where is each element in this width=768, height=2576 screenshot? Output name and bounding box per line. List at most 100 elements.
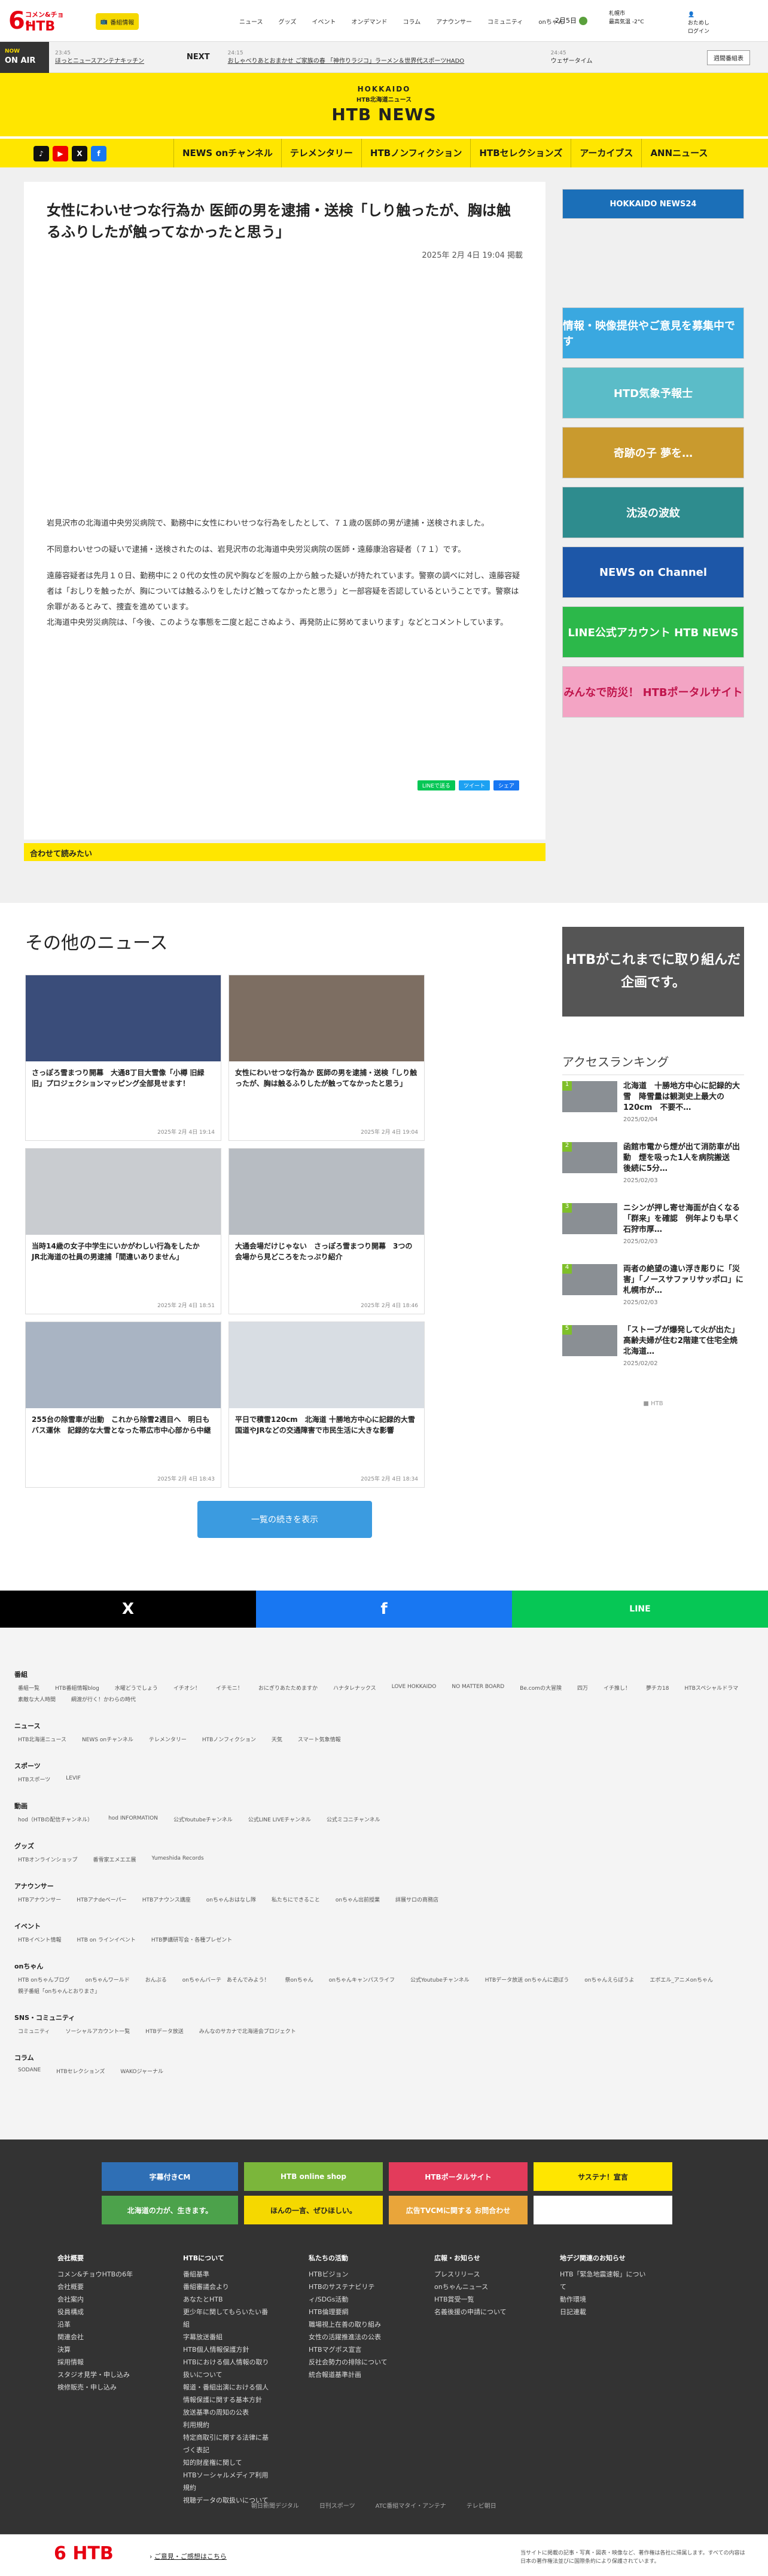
partner-link[interactable]: テレビ朝日 [467,2501,496,2510]
weather-widget[interactable]: 札幌市 最高気温 -2°C [609,10,644,26]
footer-link[interactable]: 採用情報 [57,2356,147,2369]
sitemap-link[interactable]: HTBデータ放送 [145,2027,183,2035]
sitemap-heading[interactable]: 番組 [14,1669,754,1679]
sitemap-link[interactable]: HTB北海道ニュース [18,1735,66,1743]
sitemap-link[interactable]: HTB on ラインイベント [77,1936,135,1943]
main-nav-item[interactable]: NEWS onチャンネル [173,139,281,167]
news-card[interactable]: 平日で積雪120cm 北海道 十勝地方中心に記録的大雪 国道やJRなどの交通障害… [228,1321,425,1488]
sitemap-heading[interactable]: コラム [14,2053,754,2062]
footer-link[interactable]: 沿革 [57,2318,147,2331]
sitemap-link[interactable]: onちゃんキャンパスライフ [329,1976,395,1983]
footer-link[interactable]: 字幕放送番組 [183,2331,273,2343]
sitemap-link[interactable]: 公式Youtubeチャンネル [410,1976,470,1983]
line-account-banner[interactable]: LINE公式アカウント HTB NEWS [562,606,744,658]
footer-banner[interactable]: 北海道の力が、生きます。 [102,2196,238,2224]
main-nav-item[interactable]: テレメンタリー [281,139,361,167]
sitemap-link[interactable]: イチモニ！ [216,1684,243,1692]
ranking-item[interactable]: 3 ニシンが押し寄せ海面が白くなる「群来」を確認 例年よりも早く 石狩市厚… 202… [562,1203,748,1255]
news-on-channel-banner[interactable]: NEWS on Channel [562,547,744,598]
sitemap-link[interactable]: HTB夢講研写会・各種プレゼント [151,1936,232,1943]
sitemap-link[interactable]: HTB onちゃんブログ [18,1976,70,1983]
footer-link[interactable]: 決算 [57,2343,147,2356]
facebook-share[interactable]: f [256,1591,512,1628]
htb-news-banner[interactable]: HOKKAIDO HTB北海道ニュース HTB NEWS [0,73,768,136]
footer-link[interactable]: プレスリリース [434,2268,524,2281]
news-card[interactable]: 当時14歳の女子中学生にいかがわしい行為をしたか JR北海道の社員の男逮捕「間違… [25,1148,221,1314]
sitemap-link[interactable]: 公式ミコニチャンネル [327,1815,380,1823]
sitemap-link[interactable]: HTBアナウンサー [18,1896,61,1903]
sitemap-heading[interactable]: 動画 [14,1801,754,1811]
sitemap-link[interactable]: 公式Youtubeチャンネル [173,1815,233,1823]
line-share-button[interactable]: LINEで送る [417,780,455,790]
htb-logo[interactable]: 6 コメン&チョウ HTB [8,7,68,35]
ranking-item[interactable]: 1 北海道 十勝地方中心に記録的大雪 降雪量は観測史上最大の120cm 不要不… 2… [562,1081,744,1133]
now-program[interactable]: 23:45 ほっとニュースアンテナキッチン [49,49,175,66]
news24-banner[interactable]: HOKKAIDO NEWS24 [562,189,744,219]
facebook-share-button[interactable]: シェア [493,780,519,790]
footer-link[interactable]: HTB倫理要綱 [309,2306,398,2318]
footer-link[interactable]: 動作環境 [560,2293,650,2306]
footer-link[interactable]: HTB個人情報保護方針 [183,2343,273,2356]
footer-link[interactable]: 放送基準の周知の公表 [183,2406,273,2419]
sitemap-link[interactable]: HTBセレクションズ [56,2067,105,2075]
line-share[interactable]: LINE [512,1591,768,1628]
top-nav-item[interactable]: オンデマンド [352,17,388,26]
sitemap-heading[interactable]: グッズ [14,1841,754,1851]
sitemap-link[interactable]: 公式LINE LIVEチャンネル [248,1815,311,1823]
main-nav-item[interactable]: HTBセレクションズ [470,139,571,167]
sitemap-link[interactable]: 綱渡が行く！かわらの時代 [71,1695,136,1703]
sitemap-heading[interactable]: SNS・コミュニティ [14,2013,754,2022]
footer-link[interactable]: HTBのサステナビリティ/SDGs活動 [309,2281,398,2306]
footer-link[interactable]: 検修販売・申し込み [57,2381,147,2394]
footer-logo[interactable]: 6 HTB [54,2543,114,2564]
sitemap-link[interactable]: 水曜どうでしょう [115,1684,158,1692]
footer-link[interactable]: 日記連載 [560,2306,650,2318]
sitemap-link[interactable]: HTBスペシャルドラマ [684,1684,738,1692]
sitemap-link[interactable]: おんぷる [145,1976,167,1983]
footer-banner[interactable]: ほんの一言、ぜひほしい。 [244,2196,383,2224]
footer-link[interactable]: 統合報道基準計画 [309,2369,398,2381]
footer-link[interactable]: 会社概要 [57,2281,147,2293]
news-card[interactable]: 大通会場だけじゃない さっぽろ雪まつり開幕 3つの会場から見どころをたっぷり紹介… [228,1148,425,1314]
footer-link[interactable]: コメン&チョウHTBの6年 [57,2268,147,2281]
footer-link[interactable]: onちゃんニュース [434,2281,524,2293]
sitemap-link[interactable]: hod（HTBの配信チャンネル） [18,1815,93,1823]
footer-link[interactable]: HTBビジョン [309,2268,398,2281]
login-button[interactable]: 👤 おためし ログイン [688,11,709,36]
top-nav-item[interactable]: コラム [403,17,421,26]
sitemap-link[interactable]: NEWS onチャンネル [82,1735,133,1743]
htb-projects-promo[interactable]: HTBがこれまでに取り組んだ企画です。 [562,927,744,1017]
sitemap-link[interactable]: HTBアナdeべーパー [77,1896,126,1903]
sinking-ripple-banner[interactable]: 沈没の波紋 [562,487,744,538]
sitemap-link[interactable]: 詳展サロの商務店 [395,1896,438,1903]
sitemap-link[interactable]: HTBイベント情報 [18,1936,61,1943]
footer-link[interactable]: 番組基準 [183,2268,273,2281]
ranking-item[interactable]: 5 「ストーブが爆発して火が出た」高齢夫婦が住む2階建て住宅全焼 北海道… 2025… [562,1325,745,1376]
sitemap-link[interactable]: 夢チカ18 [646,1684,669,1692]
footer-link[interactable]: 関連会社 [57,2331,147,2343]
sitemap-link[interactable]: LEVIF [66,1775,81,1783]
footer-banner[interactable]: サステナ！宣言 [534,2162,672,2191]
footer-link[interactable]: スタジオ見学・申し込み [57,2369,147,2381]
sitemap-link[interactable]: HTB番組情報blog [55,1684,99,1692]
next2-program[interactable]: 24:45 ウェザータイム [545,49,617,66]
sitemap-link[interactable]: hod INFORMATION [108,1815,158,1823]
partner-link[interactable]: 日刊スポーツ [319,2501,355,2510]
sitemap-link[interactable]: 私たちにできること [272,1896,320,1903]
footer-link[interactable]: 会社案内 [57,2293,147,2306]
x-share[interactable]: X [0,1591,256,1628]
sitemap-heading[interactable]: onちゃん [14,1961,754,1971]
sitemap-link[interactable]: ハナタレナックス [333,1684,376,1692]
footer-link[interactable]: 反社会勢力の排除について [309,2356,398,2369]
sitemap-link[interactable]: 番雪家エメエエ展 [93,1855,136,1863]
footer-link[interactable]: 知的財産権に関して [183,2456,273,2469]
news-card[interactable]: 女性にわいせつな行為か 医師の男を逮捕・送検「しり触ったが、胸は触るふりしたが触… [228,975,425,1141]
next-program[interactable]: 24:15 おしゃべりあとおまかせ ご家族の春 「神作りラジコ」ラーメン＆世界代… [222,49,545,66]
sitemap-link[interactable]: おにぎりあたためますか [258,1684,318,1692]
footer-link[interactable]: 報道・番組出演における個人情報保護に関する基本方針 [183,2381,273,2406]
top-nav-item[interactable]: グッズ [279,17,297,26]
sitemap-link[interactable]: HTBオンラインショップ [18,1855,77,1863]
main-nav-item[interactable]: アーカイブス [571,139,641,167]
sitemap-link[interactable]: onちゃん出前授業 [336,1896,380,1903]
footer-link[interactable]: 利用規約 [183,2419,273,2431]
